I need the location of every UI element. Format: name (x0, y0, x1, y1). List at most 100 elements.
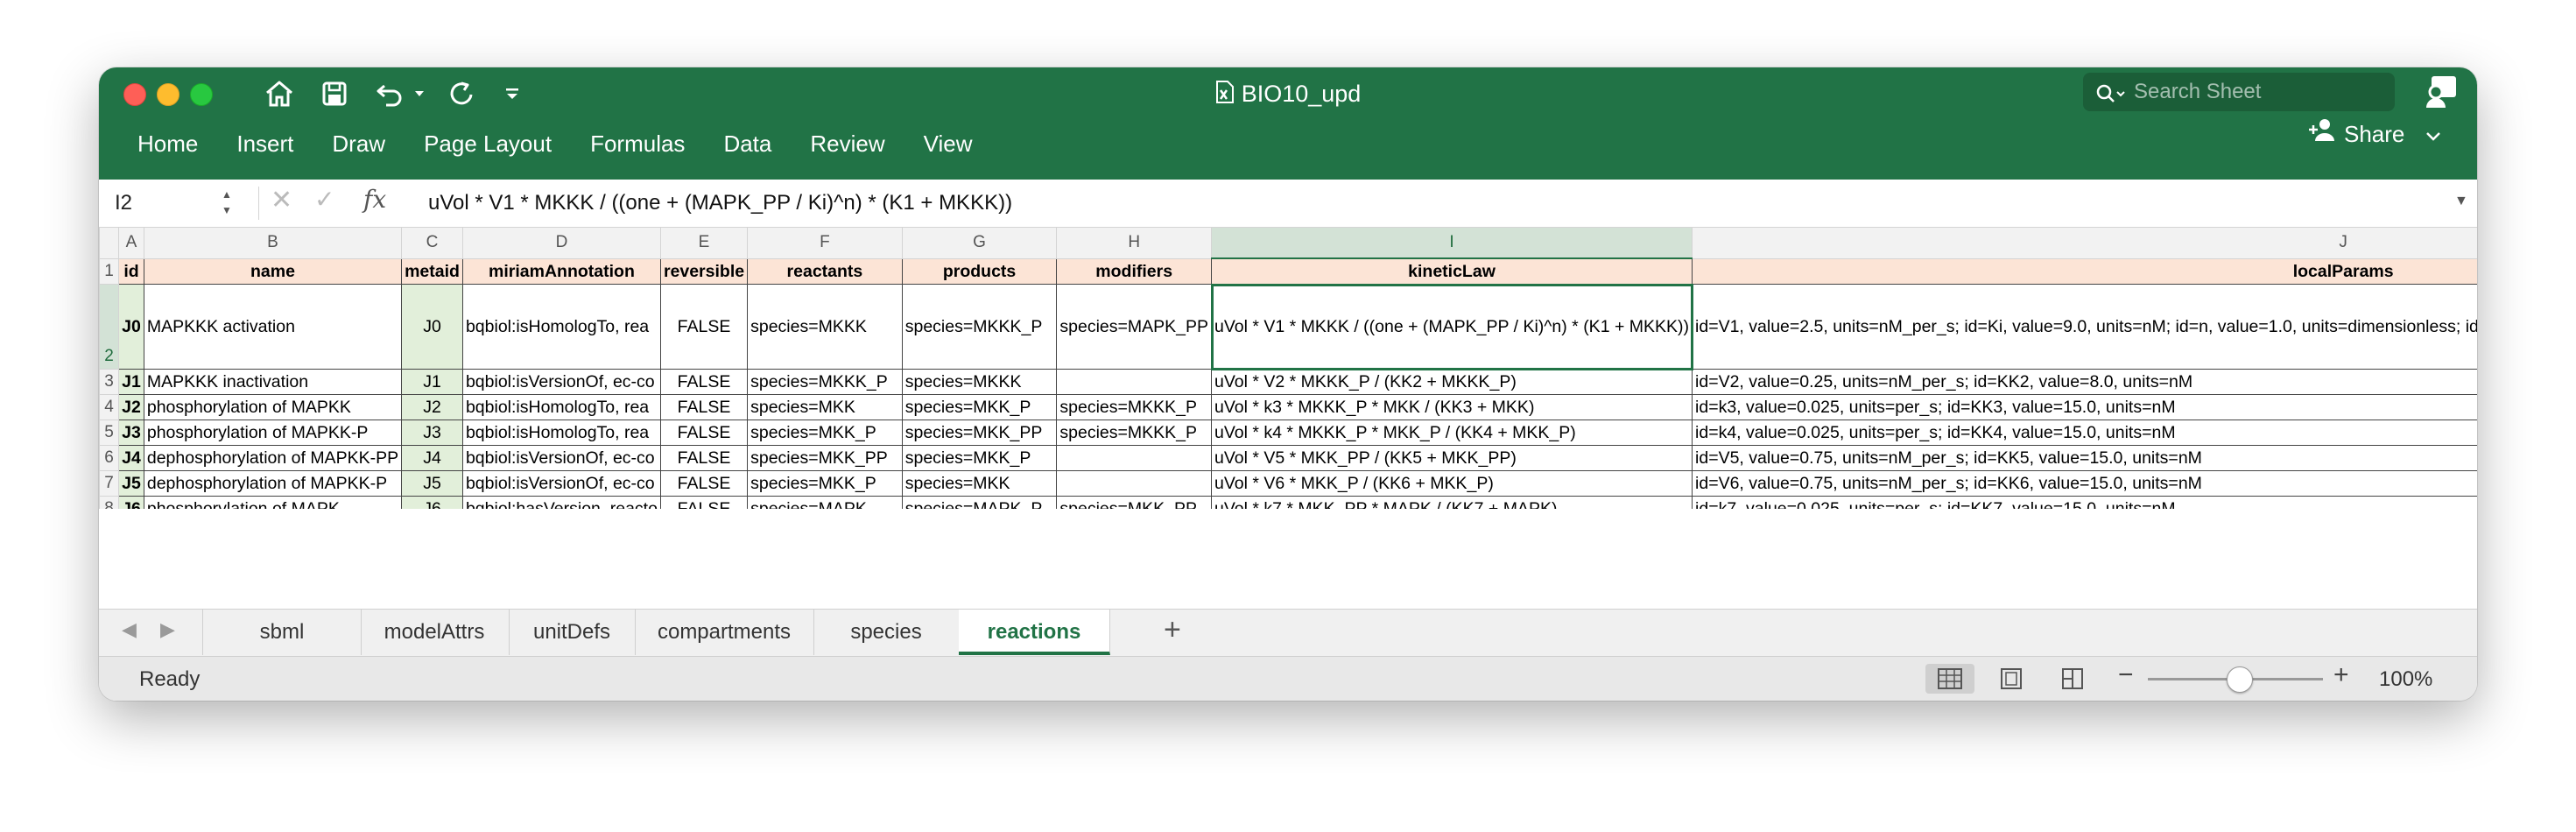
column-header-i[interactable]: I (1211, 227, 1693, 259)
cell-reversible[interactable]: FALSE (659, 369, 749, 395)
cell-reversible[interactable]: FALSE (659, 445, 749, 471)
cell-reversible[interactable]: FALSE (659, 284, 749, 370)
row-number[interactable]: 3 (99, 369, 120, 395)
cell-reactants[interactable]: species=MKK (747, 394, 903, 420)
cell-reactants[interactable]: species=MKK_P (747, 470, 903, 497)
redo-icon[interactable] (440, 73, 482, 115)
page-layout-view-icon[interactable] (1987, 664, 2036, 694)
sheet-tab-compartments[interactable]: compartments (635, 610, 814, 655)
column-header-g[interactable]: G (901, 227, 1058, 259)
header-cell-modifiers[interactable]: modifiers (1056, 257, 1213, 285)
header-cell-local-params[interactable]: localParams (1692, 257, 2477, 285)
cell-kinetic-law[interactable]: uVol * k3 * MKKK_P * MKK / (KK3 + MKK) (1211, 394, 1693, 420)
cell-id[interactable]: J2 (118, 394, 144, 420)
home-icon[interactable] (258, 73, 300, 115)
cell-kinetic-law[interactable]: uVol * V5 * MKK_PP / (KK5 + MKK_PP) (1211, 445, 1693, 471)
ribbon-tab-data[interactable]: Data (723, 130, 771, 158)
cell-miriam-annotation[interactable]: bqbiol:isVersionOf, ec-co (461, 369, 661, 395)
sheet-tab-species[interactable]: species (813, 610, 960, 655)
ribbon-tab-review[interactable]: Review (810, 130, 884, 158)
cell-reactants[interactable]: species=MKKK_P (747, 369, 903, 395)
cell-local-params[interactable]: id=k3, value=0.025, units=per_s; id=KK3,… (1692, 394, 2477, 420)
cell-name[interactable]: dephosphorylation of MAPKK-P (143, 470, 403, 497)
formula-input[interactable]: uVol * V1 * MKKK / ((one + (MAPK_PP / Ki… (428, 180, 1012, 227)
cell-local-params[interactable]: id=V1, value=2.5, units=nM_per_s; id=Ki,… (1692, 284, 2477, 370)
header-cell-name[interactable]: name (143, 257, 403, 285)
confirm-edit-icon[interactable]: ✓ (314, 185, 334, 214)
name-box-stepper-icon[interactable]: ▲ ▼ (222, 187, 232, 218)
sheet-tab-model-attrs[interactable]: modelAttrs (360, 610, 510, 655)
cell-metaid[interactable]: J2 (401, 394, 463, 420)
zoom-out-button[interactable]: − (2118, 660, 2134, 690)
cell-name[interactable]: MAPKKK inactivation (143, 369, 403, 395)
header-cell-metaid[interactable]: metaid (401, 257, 463, 285)
cell-miriam-annotation[interactable]: bqbiol:isHomologTo, rea (461, 394, 661, 420)
cell-id[interactable]: J1 (118, 369, 144, 395)
ribbon-tab-draw[interactable]: Draw (332, 130, 385, 158)
ribbon-tab-page-layout[interactable]: Page Layout (424, 130, 552, 158)
ribbon-tab-home[interactable]: Home (137, 130, 198, 158)
cell-metaid[interactable]: J4 (401, 445, 463, 471)
cell-id[interactable]: J6 (118, 496, 144, 509)
cell-name[interactable]: MAPKKK activation (143, 284, 403, 370)
account-icon[interactable] (2425, 74, 2460, 114)
cell-reactants[interactable]: species=MKK_P (747, 420, 903, 446)
cell-name[interactable]: phosphorylation of MAPKK-P (143, 420, 403, 446)
header-cell-miriam-annotation[interactable]: miriamAnnotation (461, 257, 661, 285)
select-all-corner[interactable] (99, 227, 120, 259)
cell-name[interactable]: dephosphorylation of MAPKK-PP (143, 445, 403, 471)
zoom-window-button[interactable] (190, 83, 213, 106)
cell-products[interactable]: species=MKK (901, 470, 1058, 497)
cell-reversible[interactable]: FALSE (659, 470, 749, 497)
sheet-tab-sbml[interactable]: sbml (202, 610, 362, 655)
cell-local-params[interactable]: id=V2, value=0.25, units=nM_per_s; id=KK… (1692, 369, 2477, 395)
cell-kinetic-law[interactable]: uVol * V2 * MKKK_P / (KK2 + MKKK_P) (1211, 369, 1693, 395)
close-window-button[interactable] (123, 83, 146, 106)
cell-metaid[interactable]: J3 (401, 420, 463, 446)
cell-reversible[interactable]: FALSE (659, 394, 749, 420)
save-icon[interactable] (313, 73, 355, 115)
cell-kinetic-law[interactable]: uVol * V6 * MKK_P / (KK6 + MKK_P) (1211, 470, 1693, 497)
row-number[interactable]: 8 (99, 496, 120, 509)
cell-modifiers[interactable]: species=MAPK_PP (1056, 284, 1213, 370)
row-number[interactable]: 6 (99, 445, 120, 471)
cell-products[interactable]: species=MKK_PP (901, 420, 1058, 446)
cell-id[interactable]: J5 (118, 470, 144, 497)
cell-metaid[interactable]: J1 (401, 369, 463, 395)
cell-modifiers[interactable]: species=MKKK_P (1056, 420, 1213, 446)
previous-sheet-icon[interactable]: ◀ (122, 618, 137, 641)
cell-modifiers[interactable] (1056, 470, 1213, 497)
cell-modifiers[interactable] (1056, 445, 1213, 471)
undo-icon[interactable] (369, 73, 411, 115)
column-header-d[interactable]: D (461, 227, 661, 259)
minimize-window-button[interactable] (157, 83, 179, 106)
add-sheet-icon[interactable]: + (1164, 613, 1181, 647)
cell-kinetic-law[interactable]: uVol * k7 * MKK_PP * MAPK / (KK7 + MAPK) (1211, 496, 1693, 509)
cancel-edit-icon[interactable]: ✕ (271, 185, 292, 215)
insert-function-icon[interactable]: fx (363, 185, 386, 214)
cell-local-params[interactable]: id=k4, value=0.025, units=per_s; id=KK4,… (1692, 420, 2477, 446)
cell-products[interactable]: species=MKKK (901, 369, 1058, 395)
next-sheet-icon[interactable]: ▶ (160, 618, 175, 641)
ribbon-tab-formulas[interactable]: Formulas (590, 130, 685, 158)
normal-view-icon[interactable] (1925, 664, 1974, 694)
cell-products[interactable]: species=MKK_P (901, 445, 1058, 471)
name-box[interactable]: I2 (108, 187, 255, 220)
cell-reversible[interactable]: FALSE (659, 420, 749, 446)
cell-id[interactable]: J0 (118, 284, 144, 370)
sheet-tab-unit-defs[interactable]: unitDefs (509, 610, 636, 655)
column-header-a[interactable]: A (118, 227, 144, 259)
row-number[interactable]: 2 (99, 284, 120, 370)
cell-products[interactable]: species=MKKK_P (901, 284, 1058, 370)
column-header-c[interactable]: C (401, 227, 463, 259)
cell-miriam-annotation[interactable]: bqbiol:isVersionOf, ec-co (461, 445, 661, 471)
cell-modifiers[interactable]: species=MKKK_P (1056, 394, 1213, 420)
zoom-percentage[interactable]: 100% (2379, 657, 2432, 701)
header-cell-id[interactable]: id (118, 257, 144, 285)
cell-local-params[interactable]: id=V6, value=0.75, units=nM_per_s; id=KK… (1692, 470, 2477, 497)
zoom-in-button[interactable]: + (2333, 660, 2349, 690)
cell-metaid[interactable]: J6 (401, 496, 463, 509)
cell-miriam-annotation[interactable]: bqbiol:isVersionOf, ec-co (461, 470, 661, 497)
cell-id[interactable]: J3 (118, 420, 144, 446)
cell-reactants[interactable]: species=MKK_PP (747, 445, 903, 471)
